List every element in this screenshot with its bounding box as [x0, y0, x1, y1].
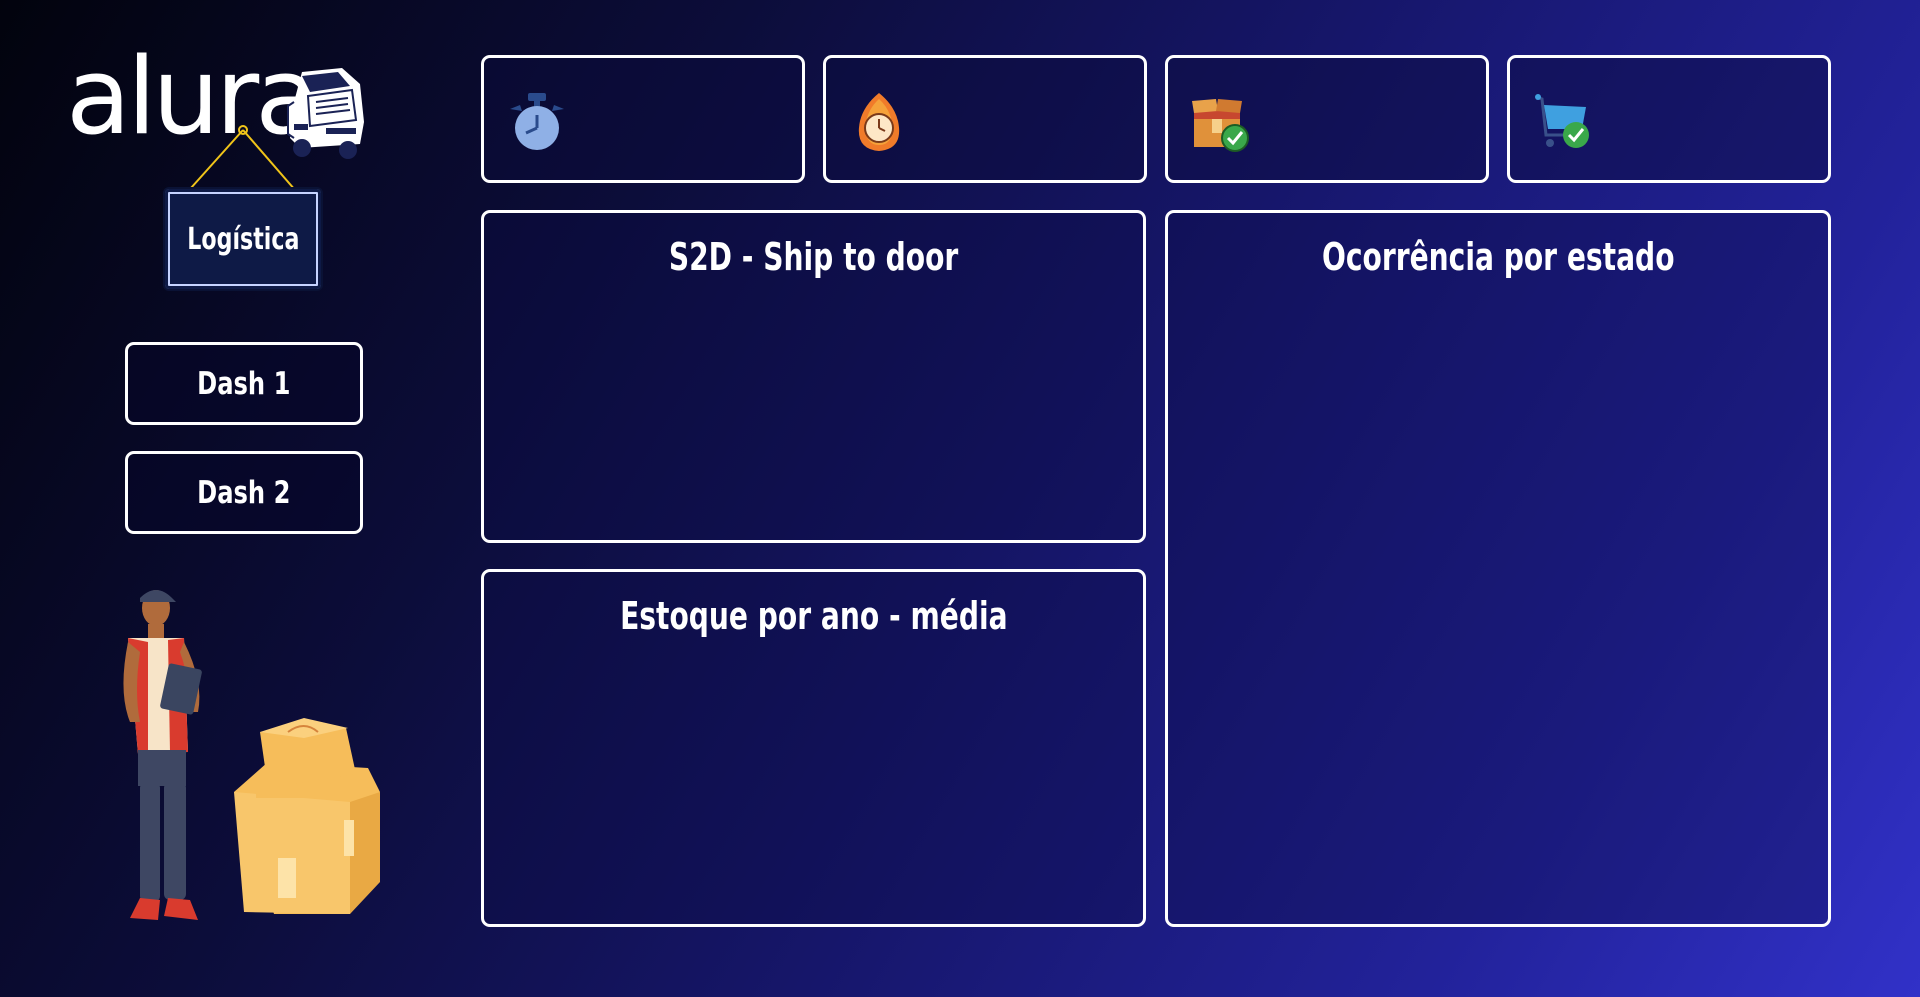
dash-2-button[interactable]: Dash 2: [125, 451, 363, 534]
estoque-panel-title-text: Estoque por ano - média: [619, 594, 1008, 638]
kpi-card-1: [481, 55, 805, 183]
ocorrencia-panel: Ocorrência por estado: [1165, 210, 1831, 927]
s2d-panel: S2D - Ship to door: [481, 210, 1146, 543]
sign-label: Logística: [186, 221, 300, 257]
ocorrencia-panel-title-text: Ocorrência por estado: [1321, 235, 1675, 279]
kpi-card-4: [1507, 55, 1831, 183]
box-check-icon: [1192, 99, 1249, 152]
fire-clock-icon: [858, 93, 900, 151]
ocorrencia-panel-title: Ocorrência por estado: [1168, 235, 1828, 279]
dash-1-label: Dash 1: [197, 365, 291, 402]
kpi-card-2: [823, 55, 1147, 183]
logistica-sign: Logística: [163, 187, 323, 291]
s2d-panel-title: S2D - Ship to door: [484, 235, 1143, 279]
dash-2-label: Dash 2: [197, 474, 291, 511]
delivery-worker-illustration: [123, 590, 380, 920]
dash-1-button[interactable]: Dash 1: [125, 342, 363, 425]
s2d-panel-title-text: S2D - Ship to door: [668, 235, 959, 279]
cart-check-icon: [1535, 94, 1589, 148]
estoque-panel: Estoque por ano - média: [481, 569, 1146, 927]
estoque-panel-title: Estoque por ano - média: [484, 594, 1143, 638]
kpi-card-3: [1165, 55, 1489, 183]
stopwatch-icon: [510, 93, 564, 150]
